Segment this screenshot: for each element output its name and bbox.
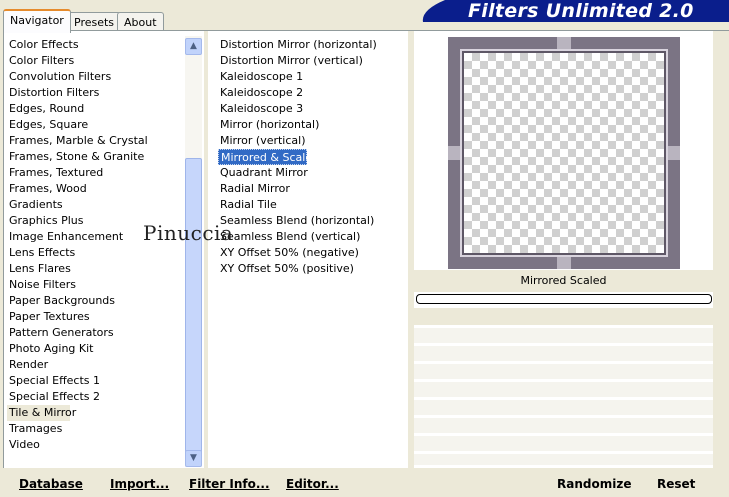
category-item[interactable]: Render — [7, 357, 187, 373]
category-item[interactable]: Frames, Stone & Granite — [7, 149, 187, 165]
parameter-row[interactable] — [414, 436, 713, 452]
category-item[interactable]: Video — [7, 437, 187, 453]
filter-list[interactable]: Distortion Mirror (horizontal) Distortion… — [218, 37, 408, 277]
parameter-row[interactable] — [414, 346, 713, 362]
filter-item[interactable]: Kaleidoscope 1 — [218, 69, 408, 85]
divider-far-right — [713, 31, 729, 468]
category-item[interactable]: Tramages — [7, 421, 187, 437]
randomize-button[interactable]: Randomize — [557, 476, 631, 492]
category-item[interactable]: Paper Textures — [7, 309, 187, 325]
category-item[interactable]: Lens Flares — [7, 261, 187, 277]
filter-item[interactable]: Radial Tile — [218, 197, 408, 213]
database-button[interactable]: Database — [19, 476, 83, 492]
progress-bar — [416, 294, 712, 304]
category-item[interactable]: Special Effects 1 — [7, 373, 187, 389]
editor-button[interactable]: Editor... — [286, 476, 339, 492]
filter-item[interactable]: Distortion Mirror (vertical) — [218, 53, 408, 69]
filter-item[interactable]: Distortion Mirror (horizontal) — [218, 37, 408, 53]
parameter-row[interactable] — [414, 328, 713, 344]
parameter-row[interactable] — [414, 400, 713, 416]
scroll-thumb[interactable] — [185, 158, 202, 453]
category-item[interactable]: Distortion Filters — [7, 85, 187, 101]
parameter-row[interactable] — [414, 454, 713, 466]
filter-item[interactable]: Quadrant Mirror — [218, 165, 408, 181]
category-item[interactable]: Convolution Filters — [7, 69, 187, 85]
reset-button[interactable]: Reset — [657, 476, 695, 492]
filter-item[interactable]: XY Offset 50% (positive) — [218, 261, 408, 277]
tab-navigator[interactable]: Navigator — [3, 9, 71, 33]
banner-title: Filters Unlimited 2.0 — [468, 0, 694, 22]
watermark-text: Pinuccia — [143, 221, 234, 245]
category-item[interactable]: Color Filters — [7, 53, 187, 69]
filter-item[interactable]: Mirrored & Scaled — [218, 149, 319, 165]
category-item[interactable]: Lens Effects — [7, 245, 187, 261]
category-item[interactable]: Gradients — [7, 197, 187, 213]
category-item[interactable]: Color Effects — [7, 37, 187, 53]
filter-item[interactable]: Mirror (horizontal) — [218, 117, 408, 133]
filter-item[interactable]: XY Offset 50% (negative) — [218, 245, 408, 261]
scroll-down-button[interactable]: ▼ — [185, 450, 202, 467]
parameter-row[interactable] — [414, 382, 713, 398]
category-item[interactable]: Special Effects 2 — [7, 389, 187, 405]
parameter-row[interactable] — [414, 364, 713, 380]
filter-item[interactable]: Kaleidoscope 3 — [218, 101, 408, 117]
category-item[interactable]: Frames, Wood — [7, 181, 187, 197]
filter-item[interactable]: Seamless Blend (horizontal) — [218, 213, 408, 229]
category-item[interactable]: Tile & Mirror — [7, 405, 76, 421]
category-item[interactable]: Frames, Marble & Crystal — [7, 133, 187, 149]
category-item[interactable]: Paper Backgrounds — [7, 293, 187, 309]
import-button[interactable]: Import... — [110, 476, 169, 492]
divider-left — [204, 31, 208, 468]
category-scrollbar[interactable]: ▲ ▼ — [185, 36, 202, 467]
filter-item[interactable]: Kaleidoscope 2 — [218, 85, 408, 101]
parameter-row[interactable] — [414, 418, 713, 434]
category-list[interactable]: Color Effects Color Filters Convolution Fi… — [7, 37, 187, 453]
category-item[interactable]: Edges, Round — [7, 101, 187, 117]
preview-filter-name: Mirrored Scaled — [520, 274, 607, 287]
category-item[interactable]: Photo Aging Kit — [7, 341, 187, 357]
category-item[interactable]: Noise Filters — [7, 277, 187, 293]
filter-item[interactable]: Mirror (vertical) — [218, 133, 408, 149]
category-item[interactable]: Edges, Square — [7, 117, 187, 133]
category-item[interactable]: Pattern Generators — [7, 325, 187, 341]
category-item[interactable]: Frames, Textured — [7, 165, 187, 181]
filter-item[interactable]: Seamless Blend (vertical) — [218, 229, 408, 245]
filter-item[interactable]: Radial Mirror — [218, 181, 408, 197]
parameter-row[interactable] — [414, 308, 713, 326]
filter-info-button[interactable]: Filter Info... — [189, 476, 270, 492]
frame-joint-horizontal — [448, 146, 680, 160]
scroll-up-button[interactable]: ▲ — [185, 38, 202, 55]
